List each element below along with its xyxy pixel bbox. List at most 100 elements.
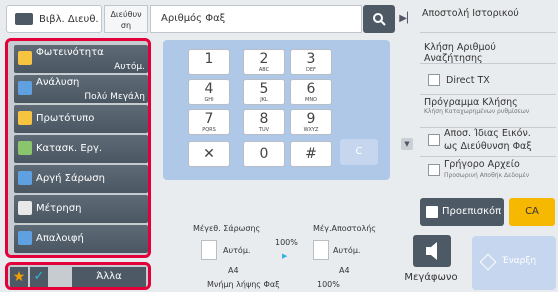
menu-item-original[interactable]: Πρωτότυπο [14, 105, 148, 133]
scroll-down-icon[interactable]: ▼ [401, 138, 413, 150]
preview-label: Προεπισκόπ [442, 206, 502, 217]
preview-button[interactable]: Προεπισκόπ [420, 198, 504, 226]
memory-value: 100% [317, 280, 340, 289]
send-mode: Αυτόμ. [333, 246, 361, 255]
program-call-label: Πρόγραμμα Κλήσης [424, 97, 518, 108]
more-button[interactable]: Άλλα [72, 267, 146, 287]
menu-item-label: Μέτρηση [36, 203, 82, 214]
key-pause[interactable]: ✕ [188, 141, 230, 167]
key-digit: 3 [306, 51, 316, 67]
key-letters: DEF [306, 67, 316, 73]
key-digit: 0 [259, 146, 269, 162]
same-image-option[interactable]: Αποσ. Ίδιας Εικόν. ως Διεύθυνση Φαξ [420, 128, 556, 154]
start-label: Έναρξη [502, 256, 537, 266]
panel-collapse-button[interactable]: ▶▏ [398, 5, 416, 33]
key-digit: 4 [204, 81, 214, 97]
divider [420, 156, 556, 157]
key-6[interactable]: 6 MNO [290, 79, 332, 105]
address-book-button[interactable]: Βιβλ. Διευθ. [6, 5, 102, 33]
original-icon [18, 111, 32, 125]
key-0[interactable]: 0 [243, 141, 285, 167]
key-8[interactable]: 8 TUV [243, 109, 285, 135]
collapse-arrow-icon: ▶▏ [399, 13, 415, 24]
checkmark-icon[interactable]: ✓ [30, 267, 48, 287]
program-call-button[interactable]: Πρόγραμμα Κλήσης Κλήση Καταχωρημένων ρυθ… [420, 97, 556, 125]
menu-item-resolution[interactable]: Ανάλυση Πολύ Μεγάλη [14, 75, 148, 103]
program-call-sub: Κλήση Καταχωρημένων ρυθμίσεων [424, 108, 530, 115]
divider [420, 32, 556, 33]
menu-item-label: Αργή Σάρωση [36, 173, 105, 184]
quick-file-option[interactable]: Γρήγορο Αρχείο Προσωρινή Αποθήκ Δεδομέν [420, 158, 556, 184]
menu-item-job-build[interactable]: Κατασκ. Εργ. [14, 135, 148, 163]
key-letters: WXYZ [303, 127, 319, 133]
start-diamond-icon [479, 253, 497, 271]
key-9[interactable]: 9 WXYZ [290, 109, 332, 135]
scan-paper-icon [201, 240, 217, 260]
clear-button[interactable]: C [340, 139, 378, 165]
speaker-button[interactable] [413, 235, 451, 267]
favorite-star-icon[interactable]: ★ [10, 267, 28, 287]
menu-item-label: Απαλοιφή [36, 233, 84, 244]
send-history-button[interactable]: Αποστολή Ιστορικού [420, 8, 556, 28]
address-tab-line2: ση [120, 21, 132, 30]
menu-item-count[interactable]: Μέτρηση [14, 195, 148, 223]
quick-file-label: Γρήγορο Αρχείο [444, 159, 520, 170]
key-digit: 7 [204, 111, 214, 127]
menu-item-label: Ανάλυση [36, 77, 80, 88]
scan-paper: A4 [228, 266, 239, 275]
quick-file-checkbox[interactable] [428, 164, 440, 176]
search-number-button[interactable]: Κλήση Αριθμού Αναζήτησης [420, 42, 556, 64]
bottom-bar: ★ ✓ Άλλα [5, 262, 151, 290]
key-3[interactable]: 3 DEF [290, 49, 332, 75]
key-letters: MNO [305, 97, 317, 103]
menu-item-slow-scan[interactable]: Αργή Σάρωση [14, 165, 148, 193]
address-book-label: Βιβλ. Διευθ. [39, 13, 99, 25]
status-panel: Μέγεθ. Σάρωσης Μέγ.Αποστολής Αυτόμ. 100%… [163, 216, 390, 290]
divider [420, 94, 556, 95]
direct-tx-checkbox[interactable] [428, 74, 440, 86]
search-button[interactable] [363, 5, 395, 33]
menu-item-exposure[interactable]: Φωτεινότητα Αυτόμ. [14, 45, 148, 73]
slow-scan-icon [18, 171, 32, 185]
key-letters: ABC [258, 67, 270, 73]
scan-size-label: Μέγεθ. Σάρωσης [193, 224, 261, 233]
job-build-icon [18, 141, 32, 155]
key-2[interactable]: 2 ABC [243, 49, 285, 75]
menu-item-label: Κατασκ. Εργ. [36, 143, 103, 154]
start-button[interactable]: Έναρξη [472, 236, 556, 290]
settings-menu: Φωτεινότητα Αυτόμ. Ανάλυση Πολύ Μεγάλη Π… [5, 38, 151, 258]
scan-mode: Αυτόμ. [223, 246, 251, 255]
key-letters: TUV [258, 127, 270, 133]
same-image-checkbox[interactable] [428, 134, 440, 146]
key-hash[interactable]: # [290, 141, 332, 167]
same-image-label-1: Αποσ. Ίδιας Εικόν. [444, 128, 531, 139]
key-digit: 5 [259, 81, 269, 97]
direct-tx-option[interactable]: Direct TX [420, 68, 556, 94]
address-tab[interactable]: Διεύθυν ση [104, 5, 148, 33]
send-paper: A4 [339, 266, 350, 275]
key-digit: 8 [259, 111, 269, 127]
key-7[interactable]: 7 PQRS [188, 109, 230, 135]
erase-icon [18, 231, 32, 245]
key-letters: GHI [204, 97, 214, 103]
menu-item-erase[interactable]: Απαλοιφή [14, 225, 148, 253]
fax-number-field[interactable]: Αριθμός Φαξ [150, 5, 362, 33]
address-tab-line1: Διεύθυν [110, 10, 142, 19]
ca-button[interactable]: CA [509, 198, 555, 226]
resolution-icon [18, 81, 32, 95]
speaker-label: Μεγάφωνο [404, 272, 458, 283]
send-paper-icon [313, 240, 329, 260]
key-1[interactable]: 1 [188, 49, 230, 75]
preview-icon [426, 206, 438, 218]
key-5[interactable]: 5 JKL [243, 79, 285, 105]
key-letters: JKL [260, 97, 268, 103]
key-digit: 1 [204, 51, 214, 67]
divider [420, 63, 556, 64]
ratio: 100% [275, 238, 298, 247]
same-image-label-2: ως Διεύθυνση Φαξ [444, 141, 532, 152]
key-digit: 2 [259, 51, 269, 67]
key-letters: PQRS [202, 127, 216, 133]
exposure-icon [18, 51, 32, 65]
search-icon [373, 13, 386, 26]
key-4[interactable]: 4 GHI [188, 79, 230, 105]
